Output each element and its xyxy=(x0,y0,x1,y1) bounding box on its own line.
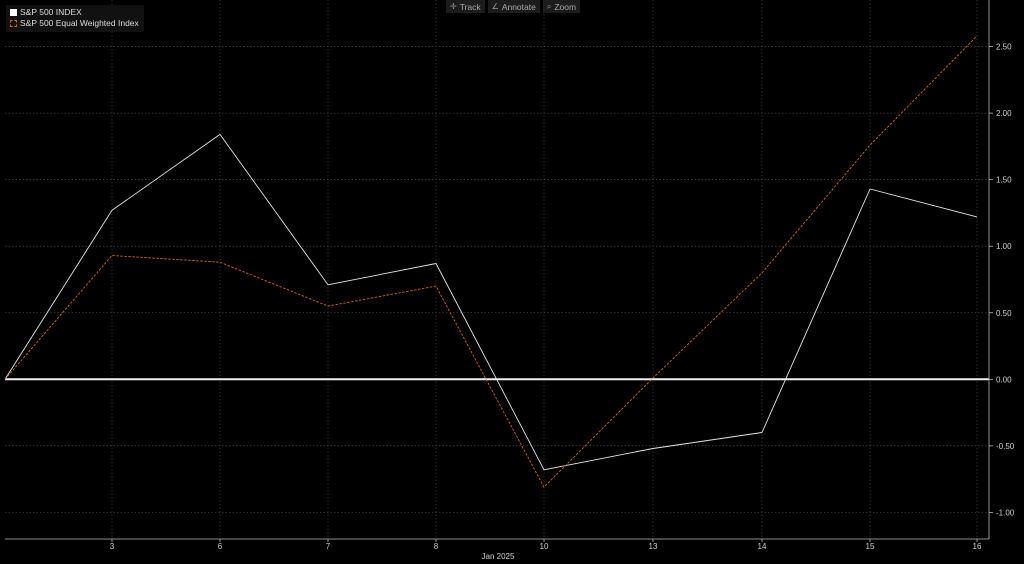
y-tick-label: 1.50 xyxy=(996,176,1012,185)
y-tick-label: 0.50 xyxy=(996,309,1012,318)
series-lines xyxy=(4,35,978,488)
grid xyxy=(5,0,989,539)
y-tick-label: 0.00 xyxy=(996,375,1012,384)
annotate-label: Annotate xyxy=(501,1,536,12)
axes xyxy=(5,0,993,542)
x-tick-label: 16 xyxy=(973,542,982,551)
magnifier-icon: ⌕ xyxy=(546,1,552,11)
x-tick-label: 6 xyxy=(218,542,223,551)
legend: S&P 500 INDEX S&P 500 Equal Weighted Ind… xyxy=(6,5,144,32)
legend-item-equal-weighted: S&P 500 Equal Weighted Index xyxy=(10,18,139,29)
x-tick-label: 14 xyxy=(758,542,767,551)
y-tick-label: 2.00 xyxy=(996,109,1012,118)
x-tick-label: 7 xyxy=(326,542,331,551)
y-tick-label: 2.50 xyxy=(996,43,1012,52)
series-line-sp500 xyxy=(4,133,978,471)
legend-swatch-dashed xyxy=(10,20,17,27)
legend-item-sp500: S&P 500 INDEX xyxy=(10,7,139,18)
x-tick-label: 13 xyxy=(649,542,658,551)
x-tick-label: 15 xyxy=(866,542,875,551)
x-tick-labels: 3 6 7 8 10 13 14 15 16 xyxy=(110,542,982,551)
x-tick-label: 8 xyxy=(434,542,439,551)
track-button[interactable]: ✛ Track xyxy=(446,0,485,13)
legend-swatch-solid xyxy=(10,9,17,16)
y-tick-label: -1.00 xyxy=(996,508,1015,517)
chart-toolbar: ✛ Track ∠ Annotate ⌕ Zoom xyxy=(446,0,581,13)
zoom-label: Zoom xyxy=(554,1,577,12)
annotate-button[interactable]: ∠ Annotate xyxy=(487,0,540,13)
crosshair-icon: ✛ xyxy=(450,2,457,11)
x-tick-label: 10 xyxy=(540,542,549,551)
pencil-icon: ∠ xyxy=(491,2,499,11)
x-tick-label: 3 xyxy=(110,542,115,551)
legend-label: S&P 500 INDEX xyxy=(20,7,82,17)
series-line-equal-weighted xyxy=(4,35,978,488)
zoom-button[interactable]: ⌕ Zoom xyxy=(542,0,581,13)
x-axis-label: Jan 2025 xyxy=(482,552,515,561)
legend-label: S&P 500 Equal Weighted Index xyxy=(20,18,139,28)
line-chart: -1.00 -0.50 0.00 0.50 1.00 1.50 2.00 2.50 3 6 7 8 1… xyxy=(4,0,1015,561)
y-tick-label: 1.00 xyxy=(996,242,1012,251)
track-label: Track xyxy=(459,1,481,12)
y-tick-label: -0.50 xyxy=(996,442,1015,451)
y-tick-labels: -1.00 -0.50 0.00 0.50 1.00 1.50 2.00 2.50 xyxy=(996,43,1015,518)
